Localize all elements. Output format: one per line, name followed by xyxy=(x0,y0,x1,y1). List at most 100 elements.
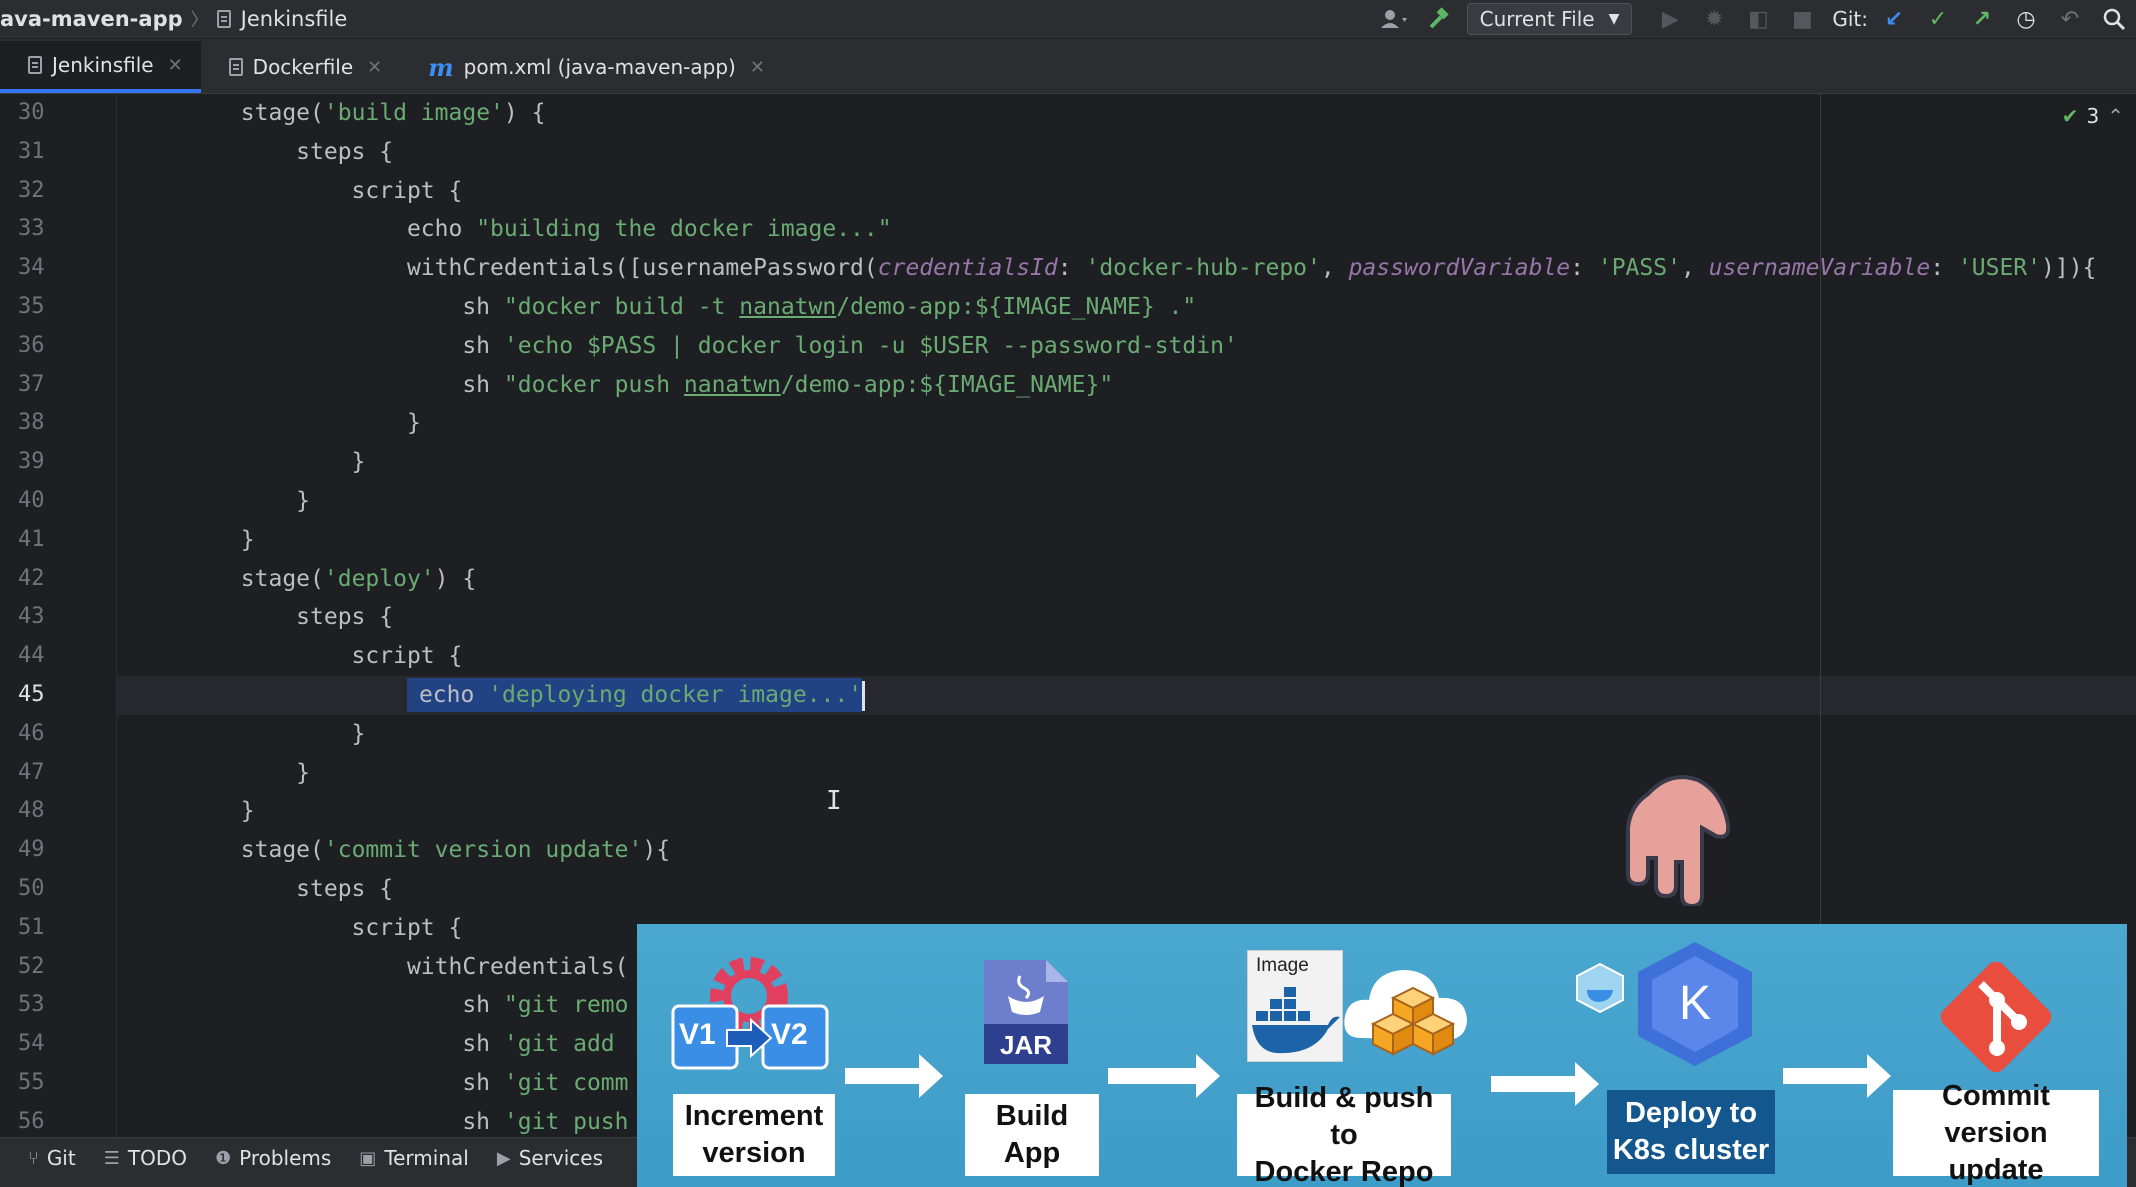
chevron-up-icon[interactable]: ⌃ xyxy=(2107,104,2124,128)
code-line: sh "git remo xyxy=(130,992,629,1019)
coverage-icon[interactable]: ◧ xyxy=(1736,0,1780,38)
inspection-check-icon: ✔ xyxy=(2061,104,2079,128)
text-selection: echo 'deploying docker image...' xyxy=(406,678,863,712)
code-line: script { xyxy=(130,177,463,204)
list-icon: ☰ xyxy=(103,1147,120,1169)
inspection-count: 3 xyxy=(2086,104,2100,128)
navigation-bar: ava-maven-app 〉 Jenkinsfile Current File… xyxy=(0,0,2136,39)
build-hammer-icon[interactable] xyxy=(1417,0,1461,38)
line-number: 45 xyxy=(18,682,45,707)
line-number: 35 xyxy=(18,294,45,319)
code-line: steps { xyxy=(130,138,394,165)
line-number: 55 xyxy=(18,1070,45,1095)
rollback-icon[interactable]: ↶ xyxy=(2048,0,2092,38)
code-line: } xyxy=(130,720,366,747)
code-line: withCredentials([usernamePassword(creden… xyxy=(130,255,2097,282)
toolwindow-problems[interactable]: ❶ Problems xyxy=(215,1146,331,1170)
close-icon[interactable]: ✕ xyxy=(367,57,382,78)
tab-label: Jenkinsfile xyxy=(52,53,154,77)
line-number: 54 xyxy=(18,1031,45,1057)
stop-icon[interactable]: ■ xyxy=(1780,0,1824,38)
editor-tabs: Jenkinsfile ✕ Dockerfile ✕ m pom.xml (ja… xyxy=(0,39,2136,94)
tab-dockerfile[interactable]: Dockerfile ✕ xyxy=(201,41,401,93)
code-line: } xyxy=(130,488,311,514)
tab-label: pom.xml (java-maven-app) xyxy=(463,55,736,79)
services-icon: ▶ xyxy=(496,1147,511,1169)
line-number: 39 xyxy=(18,449,45,475)
git-update-icon[interactable]: ↙ xyxy=(1872,0,1916,38)
info-icon: ❶ xyxy=(214,1147,232,1169)
inspection-widget[interactable]: ✔ 3 ⌃ xyxy=(2062,104,2124,128)
run-icon[interactable]: ▶ xyxy=(1648,0,1692,38)
step-build-push-docker: Build & push to Docker Repo xyxy=(1237,1082,1451,1187)
step-deploy-k8s: Deploy to K8s cluster xyxy=(1607,1090,1775,1174)
line-number: 50 xyxy=(18,876,45,901)
kubernetes-icon: K xyxy=(1632,938,1758,1070)
arrow-right-icon xyxy=(1491,1062,1599,1106)
tab-pom-xml[interactable]: m pom.xml (java-maven-app) ✕ xyxy=(400,41,783,93)
code-line: } xyxy=(130,410,421,437)
code-line-current: echo 'deploying docker image...' xyxy=(130,676,866,715)
code-line: sh "docker build -t nanatwn/demo-app:${I… xyxy=(130,294,1197,320)
code-line: script { xyxy=(130,643,463,670)
line-number: 40 xyxy=(18,488,45,513)
code-line: sh 'git push xyxy=(130,1108,629,1135)
code-line: sh "docker push nanatwn/demo-app:${IMAGE… xyxy=(130,371,1114,398)
step-commit-version-update: Commit version update xyxy=(1893,1080,2099,1186)
line-number-gutter: 30 31 32 33 34 35 36 37 38 39 40 41 42 43 44 45 46 47 48 49… xyxy=(0,94,117,1137)
toolwindow-label: Problems xyxy=(239,1146,332,1170)
git-logo-icon xyxy=(1935,956,2057,1078)
k8s-letter: K xyxy=(1678,977,1711,1030)
debug-icon[interactable]: ✹ xyxy=(1692,0,1736,38)
toolwindow-git[interactable]: ⑂ Git xyxy=(28,1146,76,1170)
docker-image-icon: Image xyxy=(1247,950,1343,1062)
code-line: sh 'git comm xyxy=(130,1070,629,1096)
jar-file-icon: JAR xyxy=(980,956,1072,1068)
git-commit-icon[interactable]: ✓ xyxy=(1916,0,1960,38)
line-number: 47 xyxy=(18,759,45,785)
terminal-icon: ▣ xyxy=(359,1147,377,1169)
run-configuration-label: Current File xyxy=(1479,7,1595,31)
file-icon xyxy=(228,58,243,76)
step-build-app: Build App xyxy=(965,1094,1099,1176)
breadcrumb-project[interactable]: ava-maven-app xyxy=(0,7,183,31)
line-number: 34 xyxy=(18,255,45,281)
close-icon[interactable]: ✕ xyxy=(750,57,765,78)
git-push-icon[interactable]: ↗ xyxy=(1960,0,2004,38)
history-icon[interactable]: ◷ xyxy=(2004,0,2048,38)
chevron-down-icon: ▼ xyxy=(1608,11,1620,27)
text-caret xyxy=(862,680,866,711)
file-icon xyxy=(216,10,231,28)
toolwindow-todo[interactable]: ☰ TODO xyxy=(104,1146,187,1170)
user-icon[interactable] xyxy=(1373,0,1417,38)
breadcrumb: ava-maven-app 〉 Jenkinsfile xyxy=(0,6,347,32)
toolwindow-services[interactable]: ▶ Services xyxy=(497,1146,603,1170)
code-line: } xyxy=(130,759,311,786)
line-number: 43 xyxy=(18,604,45,630)
breadcrumb-file[interactable]: Jenkinsfile xyxy=(241,7,348,31)
tab-jenkinsfile[interactable]: Jenkinsfile ✕ xyxy=(0,41,201,93)
line-number: 42 xyxy=(18,565,45,591)
image-tag-label: Image xyxy=(1256,955,1309,976)
line-number: 33 xyxy=(18,216,45,242)
line-number: 49 xyxy=(18,837,45,863)
line-number: 36 xyxy=(18,332,45,358)
search-icon[interactable] xyxy=(2092,0,2136,38)
arrow-right-icon xyxy=(1783,1054,1891,1098)
version-new-label: V2 xyxy=(771,1018,808,1051)
step-increment-version: Increment version xyxy=(673,1094,835,1176)
line-number: 44 xyxy=(18,643,45,669)
docker-repo-cloud-icon xyxy=(1341,958,1471,1068)
git-branch-icon: ⑂ xyxy=(28,1147,39,1169)
file-icon xyxy=(28,56,42,74)
run-configuration-select[interactable]: Current File ▼ xyxy=(1466,3,1633,35)
toolwindow-label: TODO xyxy=(127,1146,187,1170)
code-line: stage('deploy') { xyxy=(130,565,477,592)
close-icon[interactable]: ✕ xyxy=(168,55,183,76)
toolwindow-terminal[interactable]: ▣ Terminal xyxy=(359,1146,469,1170)
code-line: sh 'echo $PASS | docker login -u $USER -… xyxy=(130,332,1238,359)
code-line: } xyxy=(130,798,255,825)
line-number: 46 xyxy=(18,720,45,746)
code-line: steps { xyxy=(130,604,394,631)
code-line: } xyxy=(130,449,366,476)
